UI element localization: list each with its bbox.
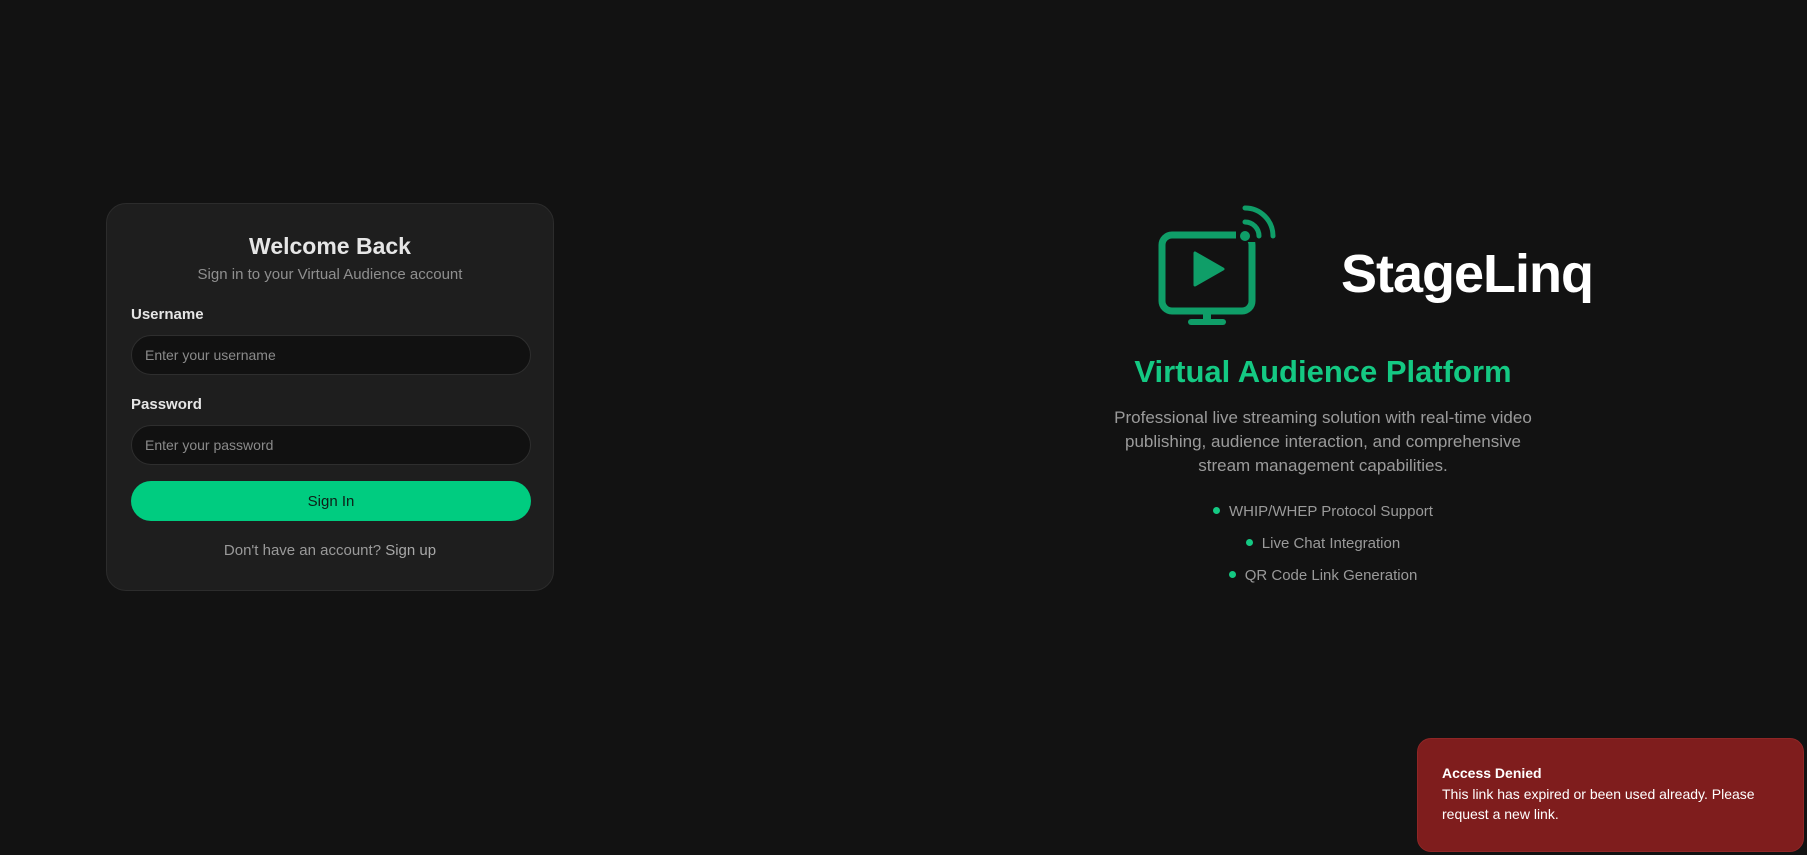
- hero-title: Virtual Audience Platform: [1134, 354, 1512, 389]
- feature-item: WHIP/WHEP Protocol Support: [1080, 501, 1566, 533]
- bullet-dot-icon: [1245, 539, 1253, 546]
- signup-link[interactable]: Sign up: [385, 542, 436, 559]
- password-label: Password: [131, 396, 202, 413]
- brand-name: StageLinq: [1341, 244, 1594, 304]
- brand-logo: StageLinq: [1158, 200, 1594, 325]
- toast-message: This link has expired or been used alrea…: [1442, 786, 1755, 822]
- feature-list: WHIP/WHEP Protocol Support Live Chat Int…: [1080, 501, 1566, 597]
- login-page: Welcome Back Sign in to your Virtual Aud…: [0, 0, 1807, 855]
- login-subtitle: Sign in to your Virtual Audience account: [197, 266, 463, 283]
- bullet-dot-icon: [1228, 571, 1236, 578]
- login-card: Welcome Back Sign in to your Virtual Aud…: [106, 203, 554, 591]
- signup-prompt: Don't have an account?: [223, 542, 382, 559]
- error-toast[interactable]: Access Denied This link has expired or b…: [1417, 738, 1804, 852]
- username-input[interactable]: [131, 335, 531, 375]
- bullet-dot-icon: [1213, 507, 1221, 514]
- login-title: Welcome Back: [249, 233, 411, 259]
- hero-description: Professional live streaming solution wit…: [1114, 408, 1532, 475]
- monitor-play-broadcast-icon: [1158, 200, 1278, 325]
- feature-label: Live Chat Integration: [1261, 535, 1401, 552]
- sign-in-button[interactable]: Sign In: [131, 481, 531, 521]
- toast-title: Access Denied: [1442, 765, 1542, 781]
- feature-item: QR Code Link Generation: [1080, 565, 1566, 597]
- feature-item: Live Chat Integration: [1080, 533, 1566, 565]
- feature-label: QR Code Link Generation: [1244, 567, 1418, 584]
- password-input[interactable]: [131, 425, 531, 465]
- feature-label: WHIP/WHEP Protocol Support: [1229, 503, 1433, 520]
- username-label: Username: [131, 306, 204, 323]
- signup-row: Don't have an account? Sign up: [131, 541, 529, 561]
